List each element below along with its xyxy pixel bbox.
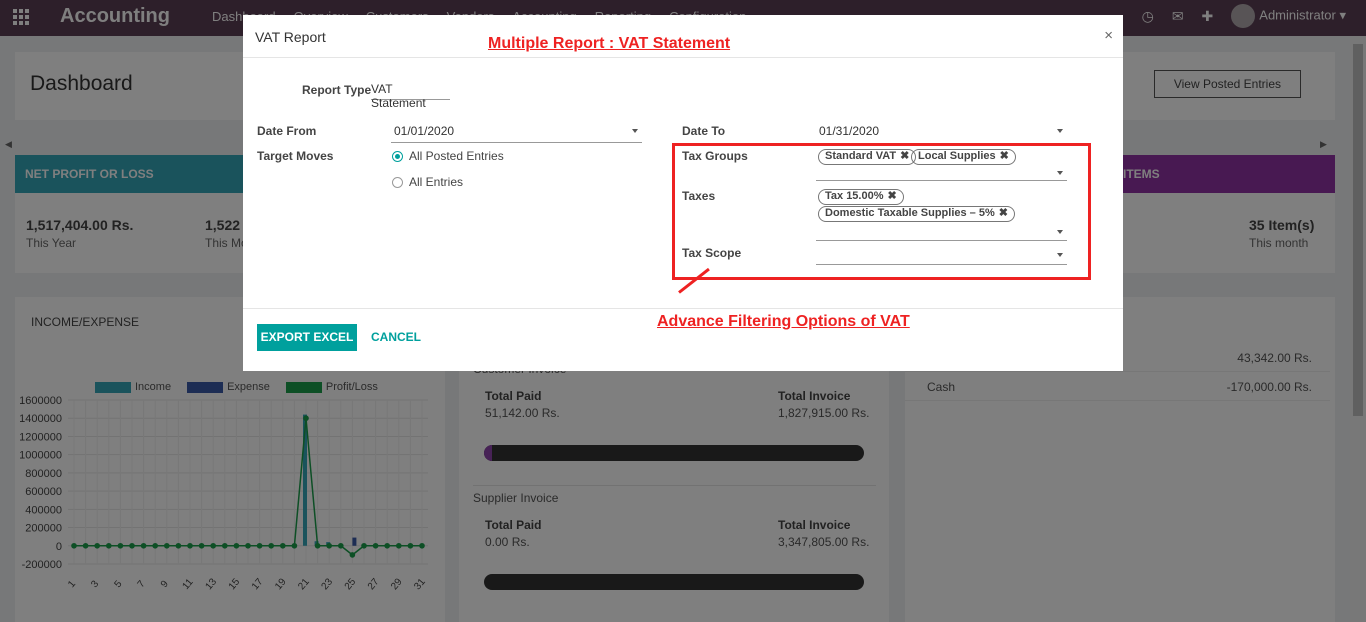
report-type-label: Report Type: [302, 83, 372, 97]
chevron-down-icon[interactable]: [632, 129, 638, 133]
radio-all-posted-entries[interactable]: All Posted Entries: [392, 149, 504, 163]
radio-unchecked-icon[interactable]: [392, 176, 403, 188]
annotation-multiple-report: Multiple Report : VAT Statement: [488, 35, 731, 52]
date-to-label: Date To: [682, 124, 726, 138]
radio-label: All Posted Entries: [409, 149, 504, 163]
export-excel-button[interactable]: EXPORT EXCEL: [257, 324, 357, 351]
annotation-advance-filtering: Advance Filtering Options of VAT: [657, 313, 910, 330]
date-from-value: 01/01/2020: [394, 124, 455, 138]
radio-checked-icon[interactable]: [392, 150, 403, 162]
report-type-value: VAT Statement: [371, 82, 426, 110]
radio-label: All Entries: [409, 175, 464, 189]
dialog-title: VAT Report: [255, 29, 326, 45]
dialog-footer-divider: [243, 308, 1123, 309]
close-icon[interactable]: ×: [1104, 27, 1113, 44]
annotation-highlight-box: [672, 143, 1091, 280]
dialog-header: VAT Report Multiple Report : VAT Stateme…: [243, 15, 1123, 58]
report-type-select[interactable]: VAT Statement: [371, 81, 450, 110]
radio-all-entries[interactable]: All Entries: [392, 175, 463, 189]
date-from-label: Date From: [257, 124, 317, 138]
target-moves-label: Target Moves: [257, 149, 334, 163]
chevron-down-icon[interactable]: [1057, 129, 1063, 133]
date-to-input[interactable]: 01/31/2020: [816, 124, 1067, 143]
date-to-value: 01/31/2020: [819, 124, 880, 138]
cancel-button[interactable]: CANCEL: [371, 330, 421, 344]
date-from-input[interactable]: 01/01/2020: [391, 124, 642, 143]
